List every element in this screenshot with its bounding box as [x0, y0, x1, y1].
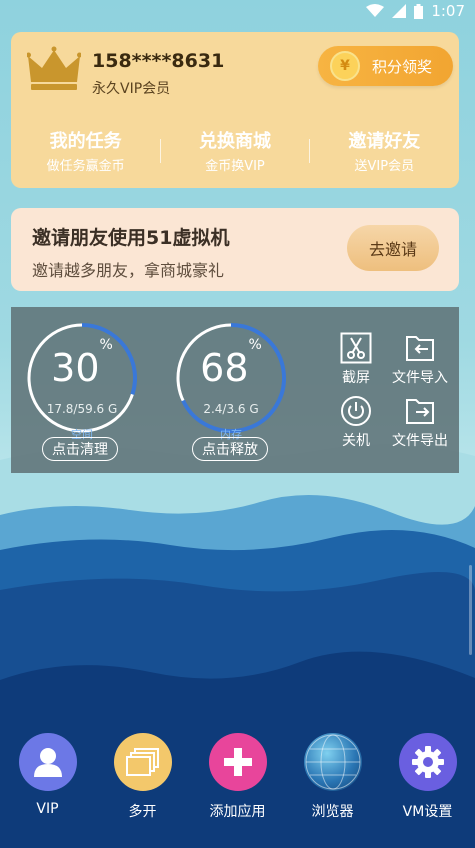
gear-icon	[398, 733, 457, 791]
memory-size: 2.4/3.6 G	[203, 402, 259, 416]
dock-label: 浏览器	[311, 804, 354, 820]
menu-title: 我的任务	[49, 131, 122, 152]
percent-sign: %	[248, 337, 262, 354]
screenshot-label: 截屏	[342, 370, 370, 386]
invite-subtitle: 邀请越多朋友，拿商城豪礼	[32, 261, 225, 280]
vip-card: 158****8631 永久VIP会员 ¥ 积分领奖 我的任务 做任务赢金币 兑…	[11, 32, 459, 188]
dock-label: VM设置	[402, 804, 453, 820]
stack-icon	[113, 733, 172, 791]
coin-icon: ¥	[330, 51, 360, 81]
scrollbar[interactable]	[469, 565, 472, 655]
menu-exchange-mall[interactable]: 兑换商城 金币换VIP	[160, 127, 309, 174]
invite-banner: 邀请朋友使用51虚拟机 邀请越多朋友，拿商城豪礼 去邀请	[11, 208, 459, 291]
menu-subtitle: 做任务赢金币	[46, 159, 125, 174]
release-button[interactable]: 点击释放	[192, 437, 268, 461]
user-phone: 158****8631	[92, 50, 225, 72]
dock-label: 多开	[128, 804, 157, 820]
globe-icon	[303, 733, 362, 791]
file-import-icon	[406, 336, 434, 361]
storage-size: 17.8/59.6 G	[46, 402, 118, 416]
member-type: 永久VIP会员	[92, 81, 171, 97]
plus-icon	[208, 733, 267, 791]
dock-label: 添加应用	[209, 804, 266, 820]
dock-vm-settings[interactable]: VM设置	[388, 733, 468, 821]
percent-sign: %	[99, 337, 113, 354]
scissors-icon	[340, 332, 372, 364]
status-time: 1:07	[431, 2, 465, 20]
dock-multi-open[interactable]: 多开	[103, 733, 183, 821]
menu-title: 兑换商城	[198, 131, 271, 152]
signal-icon	[392, 4, 407, 18]
divider	[160, 139, 161, 163]
power-icon	[341, 396, 371, 426]
menu-title: 邀请好友	[348, 131, 421, 152]
file-export-tool[interactable]: 文件导出	[388, 395, 452, 450]
file-export-label: 文件导出	[392, 433, 448, 449]
shutdown-tool[interactable]: 关机	[324, 395, 388, 450]
clean-button[interactable]: 点击清理	[42, 437, 118, 461]
menu-my-tasks[interactable]: 我的任务 做任务赢金币	[11, 127, 160, 174]
storage-percent-value: 30	[51, 346, 100, 390]
menu-invite-friends[interactable]: 邀请好友 送VIP会员	[310, 127, 459, 174]
points-reward-label: 积分领奖	[372, 57, 433, 76]
shutdown-label: 关机	[342, 433, 370, 449]
storage-percent: 30%	[24, 337, 140, 390]
divider	[309, 139, 310, 163]
dock-label: VIP	[36, 801, 59, 817]
file-import-tool[interactable]: 文件导入	[388, 332, 452, 387]
points-reward-button[interactable]: ¥ 积分领奖	[318, 46, 453, 86]
dock-vip[interactable]: VIP	[8, 733, 88, 821]
screenshot-tool[interactable]: 截屏	[324, 332, 388, 387]
status-bar: 1:07	[0, 0, 475, 24]
stats-panel: 30% 17.8/59.6 G 空间 点击清理 68% 2.4/3.6 G 内存…	[11, 307, 459, 473]
memory-percent-value: 68	[200, 346, 249, 390]
vip-menu: 我的任务 做任务赢金币 兑换商城 金币换VIP 邀请好友 送VIP会员	[11, 127, 459, 174]
menu-subtitle: 金币换VIP	[205, 159, 265, 174]
dock-add-app[interactable]: 添加应用	[198, 733, 278, 821]
crown-icon	[27, 46, 81, 90]
dock-browser[interactable]: 浏览器	[293, 733, 373, 821]
menu-subtitle: 送VIP会员	[354, 159, 415, 174]
memory-percent: 68%	[173, 337, 289, 390]
battery-icon	[414, 3, 424, 19]
invite-button[interactable]: 去邀请	[347, 225, 439, 271]
file-import-label: 文件导入	[392, 370, 448, 386]
wifi-icon	[366, 4, 385, 17]
memory-gauge: 68% 2.4/3.6 G 内存	[173, 320, 289, 441]
invite-title: 邀请朋友使用51虚拟机	[32, 227, 230, 249]
storage-gauge: 30% 17.8/59.6 G 空间	[24, 320, 140, 441]
bottom-dock: VIP 多开 添加应用 浏览器 VM设置	[0, 733, 475, 821]
file-export-icon	[406, 399, 434, 424]
user-icon	[18, 733, 77, 791]
